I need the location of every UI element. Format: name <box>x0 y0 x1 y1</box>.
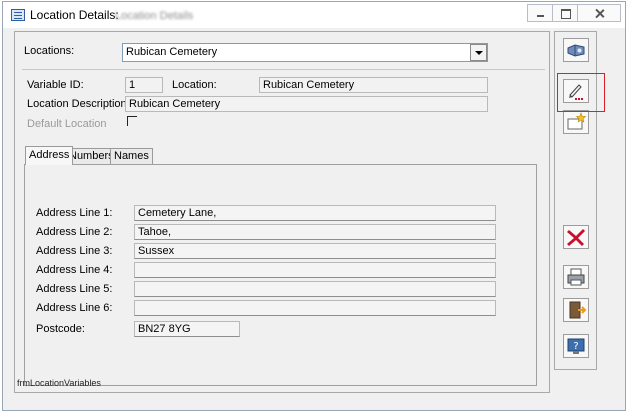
form-body: Locations: Rubican Cemetery Variable ID:… <box>14 31 550 393</box>
variable-id-label: Variable ID: <box>27 79 84 91</box>
new-icon <box>567 112 587 130</box>
address-line-4-label: Address Line 4: <box>36 264 113 276</box>
default-location-checkbox[interactable] <box>127 116 137 126</box>
locations-combobox-value: Rubican Cemetery <box>126 46 218 58</box>
form-name-label: frmLocationVariables <box>17 378 101 388</box>
location-description-label: Location Description: <box>27 98 130 110</box>
delete-button[interactable] <box>563 225 589 249</box>
address-line-6-label: Address Line 6: <box>36 302 113 314</box>
address-line-5-field[interactable] <box>134 281 496 297</box>
exit-icon <box>569 301 587 319</box>
address-line-5-label: Address Line 5: <box>36 283 113 295</box>
tab-address[interactable]: Address <box>25 146 74 165</box>
print-button[interactable] <box>563 265 589 289</box>
location-details-window: Location Details: Location Details Locat… <box>2 1 626 411</box>
location-field[interactable]: Rubican Cemetery <box>259 77 488 93</box>
address-tab-panel: Address Line 1: Cemetery Lane, Address L… <box>24 164 537 386</box>
print-icon <box>567 268 585 286</box>
default-location-label: Default Location <box>27 118 107 130</box>
location-label: Location: <box>172 79 217 91</box>
exit-button[interactable] <box>563 298 589 322</box>
postcode-field[interactable]: BN27 8YG <box>134 321 240 337</box>
window-title: Location Details: <box>30 8 119 22</box>
variable-id-field[interactable]: 1 <box>125 77 163 93</box>
help-button[interactable]: ? <box>563 334 589 358</box>
address-line-2-label: Address Line 2: <box>36 226 113 238</box>
help-icon: ? <box>567 338 585 354</box>
title-bar[interactable]: Location Details: Location Details <box>3 2 625 28</box>
window-title-suffix: Location Details <box>115 10 194 22</box>
locations-combobox[interactable]: Rubican Cemetery <box>122 43 488 62</box>
svg-text:?: ? <box>573 341 578 352</box>
minimize-button[interactable] <box>527 4 553 22</box>
address-line-2-field[interactable]: Tahoe, <box>134 224 496 240</box>
divider <box>22 69 545 70</box>
new-record-button[interactable] <box>563 110 589 134</box>
address-line-6-field[interactable] <box>134 300 496 316</box>
address-line-3-field[interactable]: Sussex <box>134 243 496 259</box>
postcode-label: Postcode: <box>36 323 85 335</box>
view-button[interactable] <box>563 38 589 62</box>
location-description-field[interactable]: Rubican Cemetery <box>125 96 488 112</box>
address-line-1-label: Address Line 1: <box>36 207 113 219</box>
maximize-button[interactable] <box>552 4 578 22</box>
view-icon <box>567 44 585 57</box>
tab-names[interactable]: Names <box>110 148 153 164</box>
address-line-1-field[interactable]: Cemetery Lane, <box>134 205 496 221</box>
edit-button-highlight <box>557 73 605 112</box>
delete-icon <box>567 229 585 246</box>
close-button[interactable] <box>577 4 621 22</box>
address-line-3-label: Address Line 3: <box>36 245 113 257</box>
locations-dropdown-button[interactable] <box>470 44 487 61</box>
form-icon <box>11 9 25 21</box>
locations-label: Locations: <box>24 45 75 57</box>
address-line-4-field[interactable] <box>134 262 496 278</box>
